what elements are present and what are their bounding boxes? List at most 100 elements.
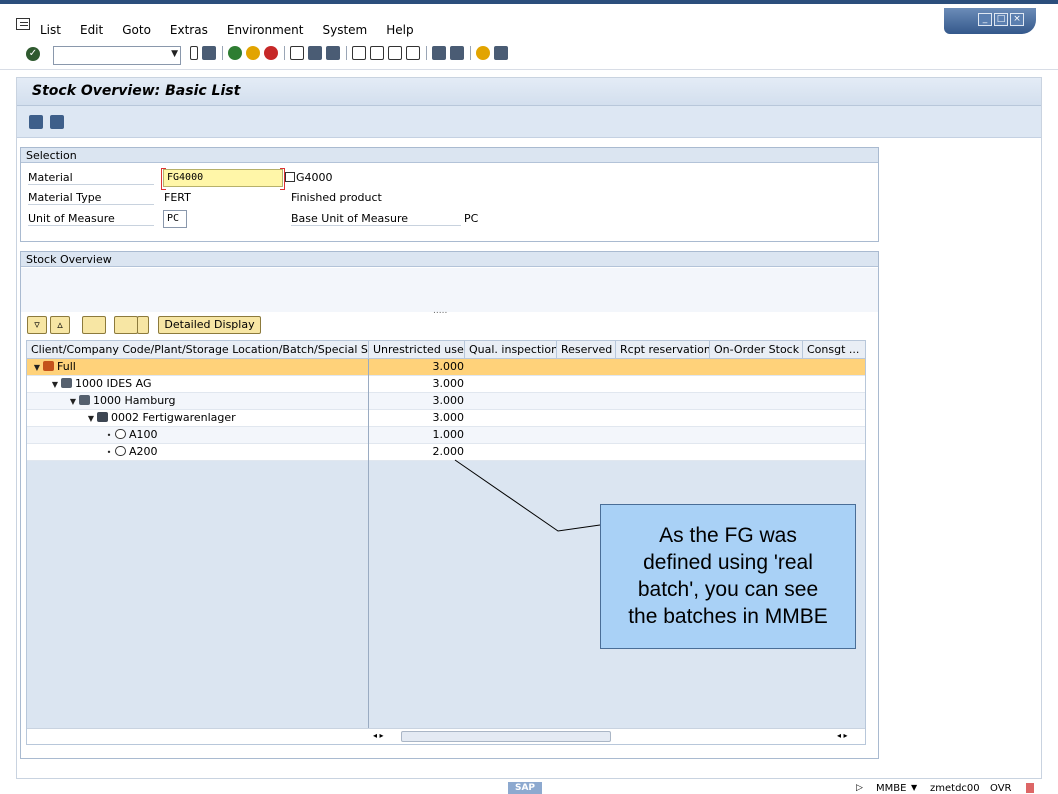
horizontal-scrollbar[interactable]: ◂ ▸ ◂ ▸ [27, 728, 865, 744]
save-icon[interactable] [202, 46, 216, 60]
window-controls: _ □ × [944, 8, 1036, 34]
print-dropdown-icon[interactable] [137, 316, 149, 334]
toolbar-separator [426, 46, 427, 60]
material-type-description: Finished product [291, 191, 382, 204]
close-icon[interactable]: × [1010, 13, 1024, 26]
cancel-icon[interactable] [264, 46, 278, 60]
menu-system[interactable]: System [322, 23, 367, 37]
base-uom-label: Base Unit of Measure [291, 212, 461, 226]
detailed-display-button[interactable]: Detailed Display [158, 316, 261, 334]
row-label: Full [57, 360, 76, 373]
column-header-unrestricted[interactable]: Unrestricted use [369, 341, 465, 359]
row-label: A200 [129, 445, 158, 458]
material-label: Material [28, 171, 154, 185]
storage-location-icon [97, 412, 108, 422]
main-area: Stock Overview: Basic List Selection Mat… [16, 77, 1042, 779]
leaf-bullet-icon: • [106, 448, 112, 457]
command-input[interactable] [54, 47, 162, 64]
back-icon[interactable] [228, 46, 242, 60]
status-bar: SAP ▷ MMBE ▼ zmetdc00 OVR [0, 780, 1058, 794]
column-header-consignment[interactable]: Consgt ... [803, 341, 865, 359]
table-row[interactable]: • A200 2.000 [27, 444, 865, 461]
menu-bar: List Edit Goto Extras Environment System… [0, 0, 1058, 40]
layout-menu-icon[interactable] [494, 46, 508, 60]
title-bar: Stock Overview: Basic List [17, 78, 1041, 106]
expanded-icon[interactable]: ▼ [33, 360, 41, 376]
table-row[interactable]: ▼ 1000 Hamburg 3.000 [27, 393, 865, 410]
row-name: • A200 [105, 444, 158, 460]
row-label: 1000 Hamburg [93, 394, 176, 407]
print-list-icon[interactable] [114, 316, 138, 334]
column-header-qual-inspection[interactable]: Qual. inspection [465, 341, 557, 359]
toolbar-separator [470, 46, 471, 60]
status-server: zmetdc00 [930, 783, 980, 794]
column-header-reserved[interactable]: Reserved [557, 341, 616, 359]
chevron-down-icon[interactable]: ▼ [171, 49, 178, 59]
enter-check-icon[interactable]: ✓ [26, 47, 40, 61]
previous-page-icon[interactable] [370, 46, 384, 60]
table-row[interactable]: ▼ 1000 IDES AG 3.000 [27, 376, 865, 393]
status-log-icon[interactable] [1026, 783, 1034, 793]
display-icon[interactable] [29, 115, 43, 129]
callout-line-1: As the FG was [659, 524, 797, 547]
print-icon[interactable] [290, 46, 304, 60]
toolbar-separator [222, 46, 223, 60]
menu-environment[interactable]: Environment [227, 23, 304, 37]
copy-icon[interactable] [285, 172, 295, 182]
command-field[interactable]: ▼ [53, 46, 181, 65]
refresh-icon[interactable] [50, 115, 64, 129]
menu-list[interactable]: List [40, 23, 61, 37]
column-divider[interactable] [368, 359, 369, 744]
collapse-icon[interactable]: ▵ [50, 316, 70, 334]
table-row[interactable]: ▼ Full 3.000 [27, 359, 865, 376]
material-type-label: Material Type [28, 191, 154, 205]
leaf-bullet-icon: • [106, 431, 112, 440]
next-page-icon[interactable] [388, 46, 402, 60]
back-arrow-icon[interactable] [190, 46, 198, 60]
row-qty: 3.000 [432, 411, 465, 424]
chevron-down-icon[interactable]: ▼ [911, 783, 917, 792]
shortcut-icon[interactable] [450, 46, 464, 60]
last-page-icon[interactable] [406, 46, 420, 60]
find-icon[interactable] [308, 46, 322, 60]
status-mode[interactable]: OVR [990, 783, 1011, 794]
toolbar-separator [284, 46, 285, 60]
table-row[interactable]: ▼ 0002 Fertigwarenlager 3.000 [27, 410, 865, 427]
column-header-rcpt-reservation[interactable]: Rcpt reservation [616, 341, 710, 359]
row-name: ▼ Full [33, 359, 76, 375]
column-header-hierarchy[interactable]: Client/Company Code/Plant/Storage Locati… [27, 341, 369, 359]
material-type-value: FERT [164, 191, 191, 204]
status-arrow-icon[interactable]: ▷ [856, 783, 863, 793]
sap-logo: SAP [508, 782, 542, 794]
expanded-icon[interactable]: ▼ [87, 411, 95, 427]
maximize-icon[interactable]: □ [994, 13, 1008, 26]
scroll-right-icon[interactable]: ◂ ▸ [837, 731, 848, 740]
menu-extras[interactable]: Extras [170, 23, 208, 37]
table-row[interactable]: • A100 1.000 [27, 427, 865, 444]
expand-icon[interactable]: ▿ [27, 316, 47, 334]
create-session-icon[interactable] [432, 46, 446, 60]
menu-goto[interactable]: Goto [122, 23, 151, 37]
find-next-icon[interactable] [326, 46, 340, 60]
minimize-icon[interactable]: _ [978, 13, 992, 26]
menu-icon[interactable] [16, 18, 30, 30]
scroll-left-icon[interactable]: ◂ ▸ [373, 731, 384, 740]
exit-icon[interactable] [246, 46, 260, 60]
status-system[interactable]: MMBE [876, 783, 906, 794]
toolbar-separator [346, 46, 347, 60]
material-field[interactable]: FG4000 [161, 168, 285, 190]
first-page-icon[interactable] [352, 46, 366, 60]
help-icon[interactable] [476, 46, 490, 60]
expanded-icon[interactable]: ▼ [51, 377, 59, 393]
menu-help[interactable]: Help [386, 23, 413, 37]
expanded-icon[interactable]: ▼ [69, 394, 77, 410]
menu-edit[interactable]: Edit [80, 23, 103, 37]
uom-label: Unit of Measure [28, 212, 154, 226]
scroll-thumb[interactable] [401, 731, 611, 742]
selection-header: Selection [21, 148, 878, 163]
column-header-on-order[interactable]: On-Order Stock [710, 341, 803, 359]
row-name: ▼ 1000 Hamburg [69, 393, 176, 410]
binoculars-icon[interactable] [82, 316, 106, 334]
splitter-handle[interactable]: ..... [433, 306, 447, 316]
uom-field[interactable]: PC [163, 210, 187, 228]
